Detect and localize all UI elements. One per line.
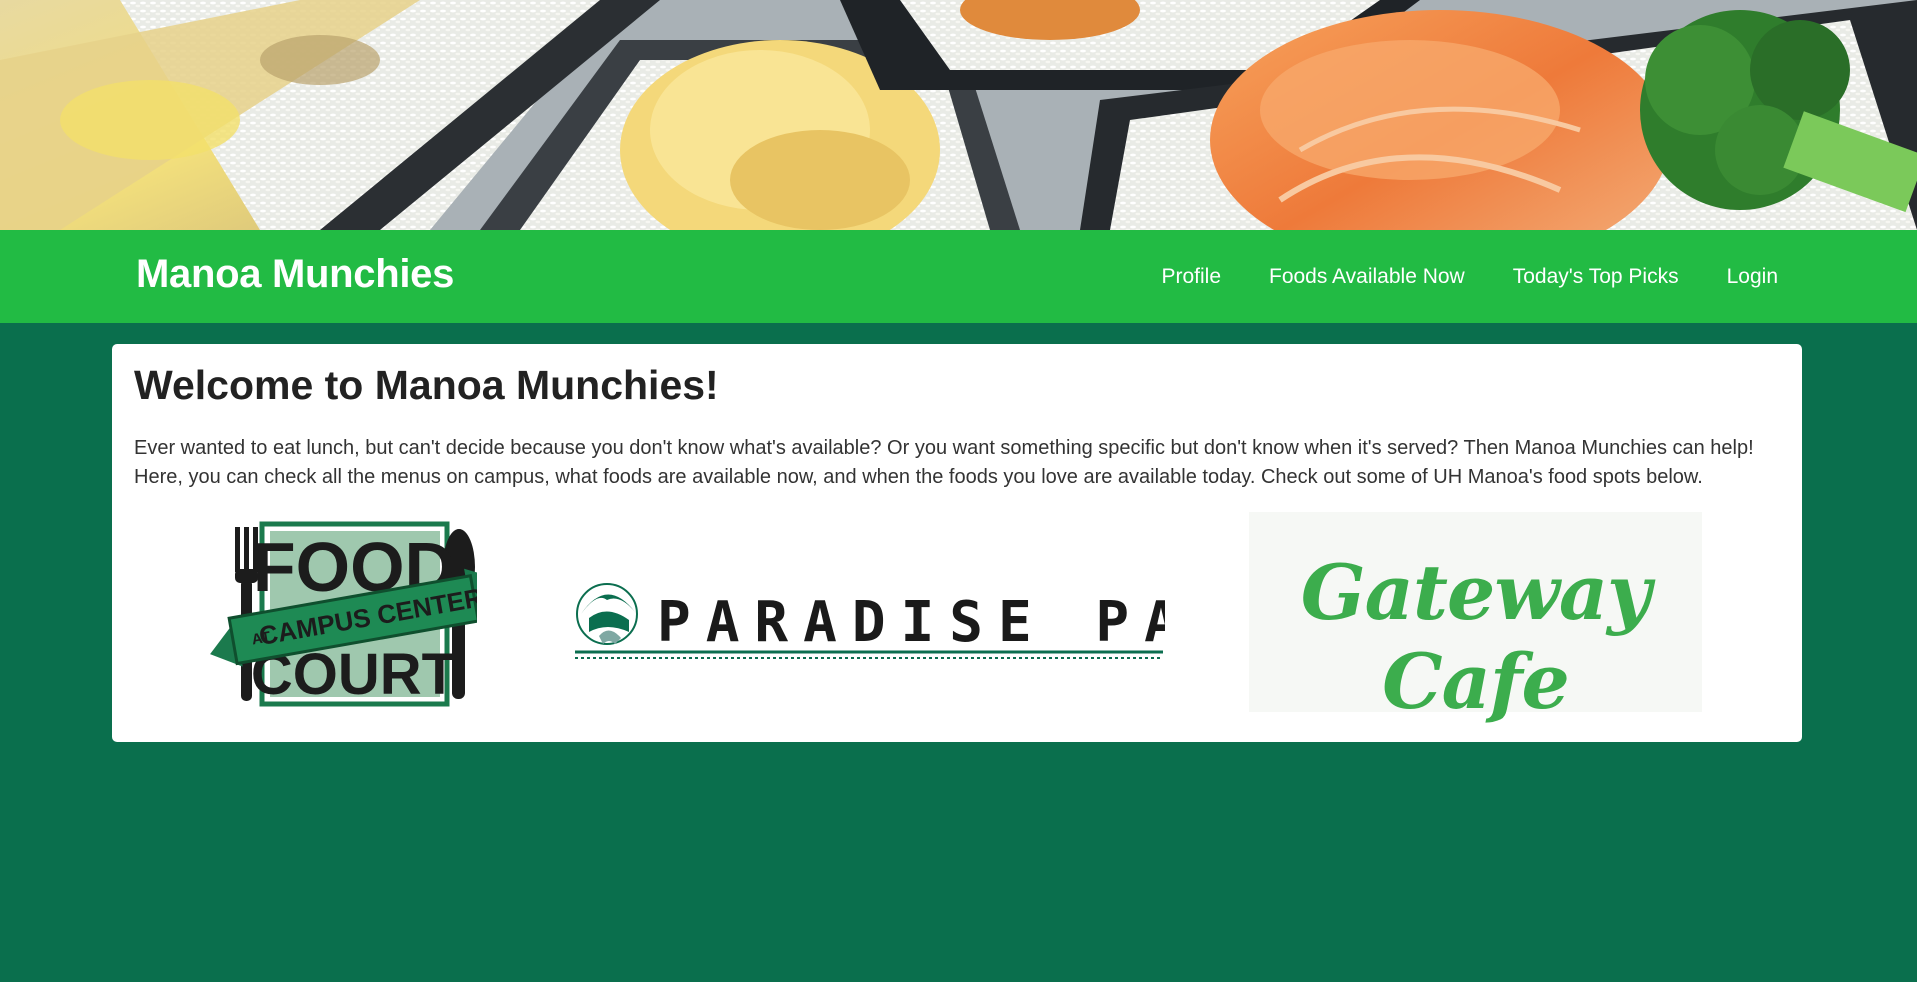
food-photo: [0, 0, 1917, 230]
hero-banner-image: [0, 0, 1917, 230]
nav-link-foods-available-now[interactable]: Foods Available Now: [1269, 265, 1465, 289]
brand-link[interactable]: Manoa Munchies: [136, 252, 454, 297]
nav-links: Profile Foods Available Now Today's Top …: [1161, 230, 1778, 323]
food-court-logo-graphic: FOOD COURT AT CAMPUS CENTER: [210, 521, 497, 707]
welcome-description: Ever wanted to eat lunch, but can't deci…: [134, 437, 1754, 488]
paradise-palms-text: PARADISE PALMS: [657, 590, 1165, 655]
navbar: Manoa Munchies Profile Foods Available N…: [0, 230, 1917, 323]
food-court-logo[interactable]: FOOD COURT AT CAMPUS CENTER: [202, 519, 497, 709]
nav-link-login[interactable]: Login: [1727, 265, 1778, 289]
welcome-card: Welcome to Manoa Munchies! Ever wanted t…: [112, 344, 1802, 742]
nav-link-todays-top-picks[interactable]: Today's Top Picks: [1513, 265, 1679, 289]
nav-link-profile[interactable]: Profile: [1161, 265, 1221, 289]
gateway-cafe-logo[interactable]: Gateway Cafe: [1249, 512, 1702, 726]
paradise-palms-logo-graphic: PARADISE PALMS: [575, 583, 1324, 659]
paradise-palms-logo[interactable]: PARADISE PALMS: [575, 574, 1324, 669]
page-title: Welcome to Manoa Munchies!: [134, 362, 719, 408]
gateway-cafe-text: Gateway Cafe: [1300, 548, 1651, 726]
